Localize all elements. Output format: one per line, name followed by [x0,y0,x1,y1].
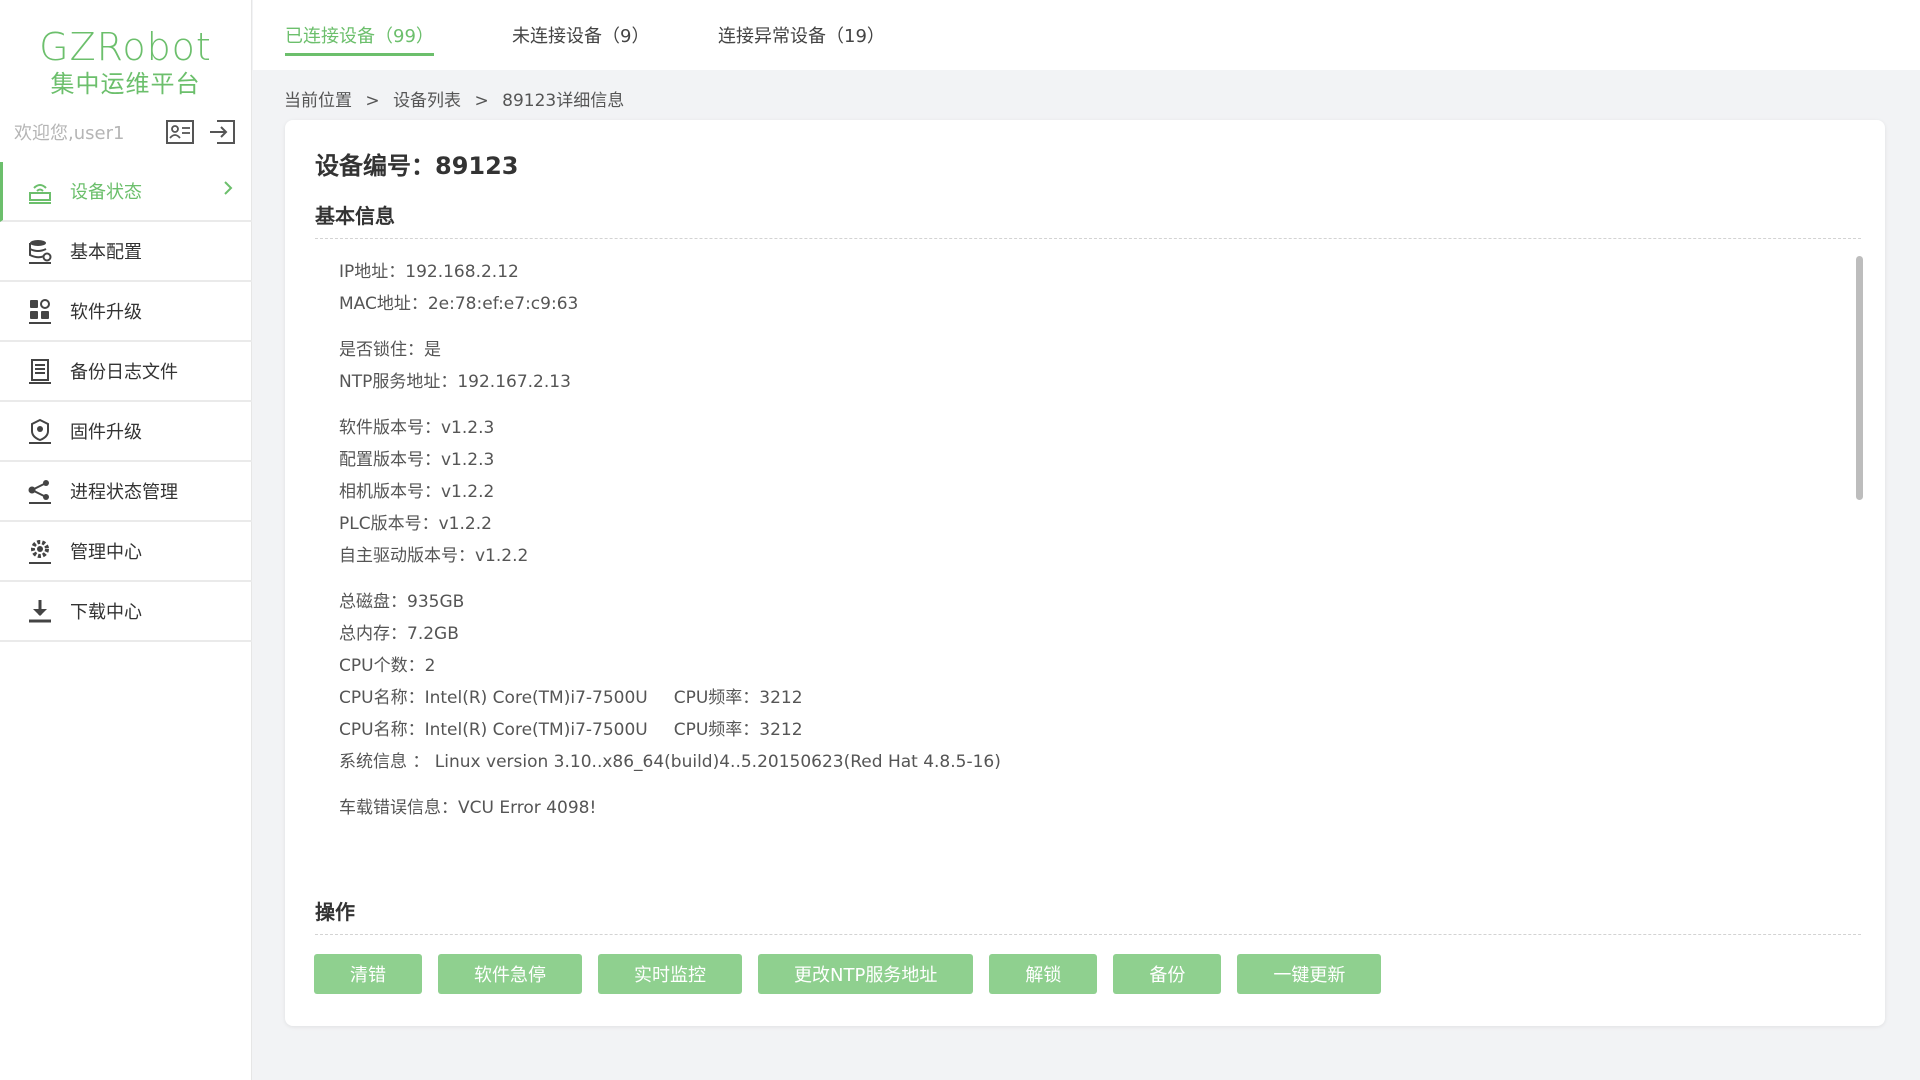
logo: GZRobot 集中运维平台 [0,0,251,100]
divider [315,238,1861,239]
system-info: 系统信息 ： Linux version 3.10..x86_64(build)… [339,752,1001,772]
sidebar-item-label: 下载中心 [70,602,142,623]
cpu-name: CPU名称：Intel(R) Core(TM)i7-7500U [339,688,648,708]
mac-address: MAC地址：2e:78:ef:e7:c9:63 [339,294,579,314]
sidebar-item-label: 进程状态管理 [70,482,178,503]
breadcrumb-device-list[interactable]: 设备列表 [393,91,461,111]
clear-error-button[interactable]: 清错 [314,954,422,994]
sidebar-item-backup-logs[interactable]: 备份日志文件 [0,342,252,402]
breadcrumb-device-detail: 89123详细信息 [502,91,625,111]
lock-status: 是否锁住：是 [339,340,441,360]
sidebar-item-label: 管理中心 [70,542,142,563]
database-gear-icon [26,237,54,265]
basic-info-list: IP地址：192.168.2.12 MAC地址：2e:78:ef:e7:c9:6… [339,256,1001,824]
sidebar-menu: 设备状态 基本配置 软件升级 备份日志文件 固件升级 进程状态管理 管理中心 下… [0,162,252,642]
change-ntp-button[interactable]: 更改NTP服务地址 [758,954,974,994]
apps-grid-icon [26,297,54,325]
sidebar-item-label: 基本配置 [70,242,142,263]
total-memory: 总内存：7.2GB [339,624,459,644]
cpu-name: CPU名称：Intel(R) Core(TM)i7-7500U [339,720,648,740]
config-version: 配置版本号：v1.2.3 [339,450,495,470]
sidebar-item-basic-config[interactable]: 基本配置 [0,222,252,282]
top-tab-bar: 已连接设备（99） 未连接设备（9） 连接异常设备（19） [253,0,1920,70]
software-version: 软件版本号：v1.2.3 [339,418,495,438]
device-detail-card: 设备编号：89123 基本信息 IP地址：192.168.2.12 MAC地址：… [285,120,1885,1026]
software-emergency-stop-button[interactable]: 软件急停 [438,954,582,994]
basic-info-heading: 基本信息 [315,204,395,228]
tab-abnormal-devices[interactable]: 连接异常设备（19） [718,22,885,56]
logout-icon[interactable] [207,119,237,145]
cpu-info-row: CPU名称：Intel(R) Core(TM)i7-7500U CPU频率：321… [339,714,1001,746]
ntp-address: NTP服务地址：192.167.2.13 [339,372,571,392]
sidebar-item-download-center[interactable]: 下载中心 [0,582,252,642]
cpu-count: CPU个数：2 [339,656,436,676]
download-icon [26,597,54,625]
live-monitor-button[interactable]: 实时监控 [598,954,742,994]
logo-title: GZRobot [39,25,212,69]
scrollbar[interactable] [1856,256,1863,500]
device-title: 设备编号：89123 [315,152,519,180]
sidebar-item-device-status[interactable]: 设备状态 [0,162,252,222]
tab-disconnected-devices[interactable]: 未连接设备（9） [512,22,649,56]
sidebar-item-process-management[interactable]: 进程状态管理 [0,462,252,522]
profile-card-icon[interactable] [165,119,195,145]
ip-address: IP地址：192.168.2.12 [339,262,519,282]
router-icon [26,177,54,205]
cpu-frequency: CPU频率：3212 [673,720,803,740]
sidebar-item-label: 固件升级 [70,422,142,443]
chevron-right-icon [222,180,234,201]
operations-heading: 操作 [315,900,355,924]
breadcrumb: 当前位置 > 设备列表 > 89123详细信息 [284,86,632,111]
cpu-frequency: CPU频率：3212 [673,688,803,708]
one-click-update-button[interactable]: 一键更新 [1237,954,1382,994]
logo-subtitle: 集中运维平台 [50,70,201,98]
drive-version: 自主驱动版本号：v1.2.2 [339,546,529,566]
sidebar: GZRobot 集中运维平台 欢迎您,user1 设备状态 基本配置 软件升级 … [0,0,252,1080]
breadcrumb-separator: > [365,91,380,111]
chip-icon [26,417,54,445]
unlock-button[interactable]: 解锁 [989,954,1098,994]
sidebar-item-label: 设备状态 [70,182,142,203]
document-icon [26,357,54,385]
sidebar-item-label: 软件升级 [70,302,142,323]
user-row: 欢迎您,user1 [14,114,237,150]
sidebar-item-admin-center[interactable]: 管理中心 [0,522,252,582]
sidebar-item-software-upgrade[interactable]: 软件升级 [0,282,252,342]
vehicle-error: 车载错误信息：VCU Error 4098! [339,798,597,818]
divider [315,934,1861,935]
breadcrumb-current-location: 当前位置 [284,91,352,111]
action-buttons: 清错 软件急停 实时监控 更改NTP服务地址 解锁 备份 一键更新 [314,954,1397,994]
gear-icon [26,537,54,565]
backup-button[interactable]: 备份 [1113,954,1222,994]
sidebar-item-firmware-upgrade[interactable]: 固件升级 [0,402,252,462]
tab-connected-devices[interactable]: 已连接设备（99） [285,22,434,56]
welcome-text: 欢迎您,user1 [14,123,125,144]
breadcrumb-separator: > [474,91,489,111]
cpu-info-row: CPU名称：Intel(R) Core(TM)i7-7500U CPU频率：321… [339,682,1001,714]
share-icon [26,477,54,505]
total-disk: 总磁盘：935GB [339,592,465,612]
plc-version: PLC版本号：v1.2.2 [339,514,492,534]
camera-version: 相机版本号：v1.2.2 [339,482,495,502]
sidebar-item-label: 备份日志文件 [70,362,178,383]
